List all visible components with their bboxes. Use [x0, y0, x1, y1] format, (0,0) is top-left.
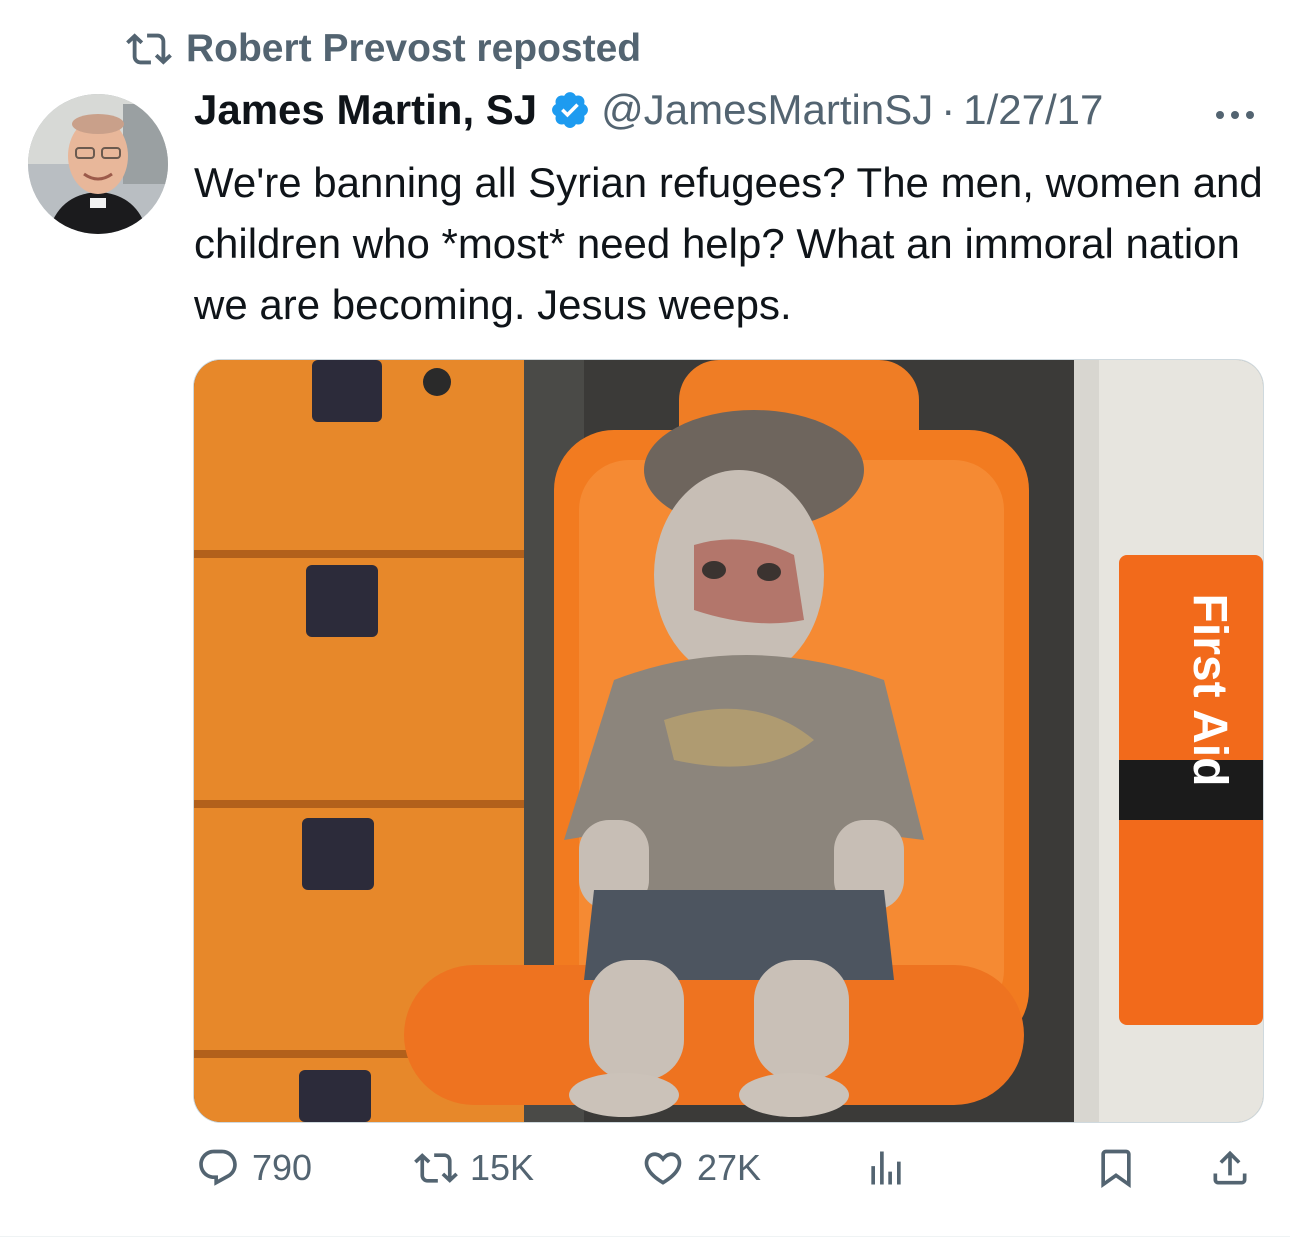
share-icon — [1213, 1150, 1247, 1185]
avatar[interactable] — [28, 94, 168, 234]
repost-count: 15K — [470, 1147, 535, 1188]
separator-dot: · — [941, 86, 956, 133]
tweet-photo[interactable]: First Aid — [193, 359, 1264, 1123]
divider — [0, 1236, 1290, 1237]
repost-icon — [126, 33, 172, 65]
first-aid-label: First Aid — [1183, 594, 1236, 787]
analytics-icon — [871, 1151, 901, 1185]
more-options-icon[interactable] — [1212, 100, 1258, 130]
share-button[interactable] — [1208, 1146, 1252, 1190]
heart-icon — [644, 1152, 682, 1185]
repost-label: Robert Prevost reposted — [186, 27, 642, 70]
tweet-actions: 790 15K 27K — [0, 1146, 1290, 1206]
author-name[interactable]: James Martin, SJ — [194, 86, 537, 134]
repost-icon — [414, 1153, 458, 1183]
tweet-date[interactable]: 1/27/17 — [963, 86, 1103, 134]
like-count: 27K — [697, 1147, 762, 1188]
reply-button[interactable]: 790 — [196, 1146, 312, 1190]
author-handle[interactable]: @JamesMartinSJ — [601, 86, 933, 134]
tweet-text: We're banning all Syrian refugees? The m… — [194, 159, 1263, 328]
bookmark-icon — [1101, 1149, 1131, 1189]
bookmark-button[interactable] — [1094, 1146, 1138, 1190]
views-button[interactable] — [864, 1146, 908, 1190]
reply-count: 790 — [252, 1147, 313, 1188]
repost-context[interactable]: Robert Prevost reposted — [126, 26, 641, 72]
verified-badge-icon[interactable] — [549, 89, 591, 131]
reply-icon — [199, 1149, 237, 1186]
tweet-header: James Martin, SJ @JamesMartinSJ · 1/27/1… — [194, 86, 1103, 134]
repost-button[interactable]: 15K — [414, 1146, 534, 1190]
like-button[interactable]: 27K — [641, 1146, 761, 1190]
